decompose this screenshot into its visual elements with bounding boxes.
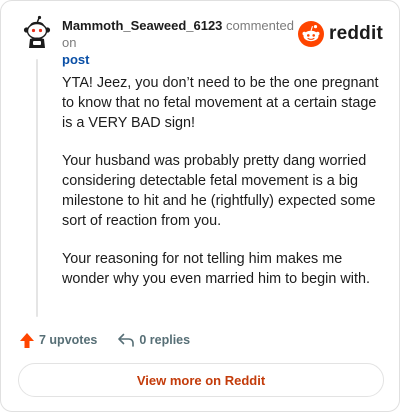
reddit-logo[interactable]: reddit (298, 20, 383, 48)
upvote-button[interactable]: 7 upvotes (19, 332, 97, 349)
comment-actions: 7 upvotes 0 replies (19, 331, 190, 349)
snoo-avatar-icon (23, 15, 51, 48)
reply-button[interactable]: 0 replies (117, 332, 190, 348)
comment-paragraph-2: Your husband was probably pretty dang wo… (62, 153, 376, 229)
thread-line (36, 59, 38, 317)
view-more-button[interactable]: View more on Reddit (18, 363, 384, 397)
upvote-arrow-icon (20, 332, 34, 348)
comment-paragraph-1: YTA! Jeez, you don’t need to be the one … (62, 75, 379, 131)
reddit-wordmark: reddit (329, 23, 383, 44)
upvote-count: 7 upvotes (39, 333, 98, 347)
reddit-snoo-icon (298, 21, 325, 47)
username-link[interactable]: Mammoth_Seaweed_6123 (62, 18, 222, 33)
comment-header: Mammoth_Seaweed_6123 commented on post (62, 17, 307, 68)
comment-body: YTA! Jeez, you don’t need to be the one … (62, 73, 380, 307)
user-avatar[interactable] (19, 15, 55, 51)
reply-arrow-icon (118, 333, 135, 347)
reply-count: 0 replies (139, 333, 191, 347)
post-link[interactable]: post (62, 52, 89, 67)
comment-paragraph-3: Your reasoning for not telling him makes… (62, 251, 370, 287)
comment-card: Mammoth_Seaweed_6123 commented on post r… (0, 0, 400, 412)
